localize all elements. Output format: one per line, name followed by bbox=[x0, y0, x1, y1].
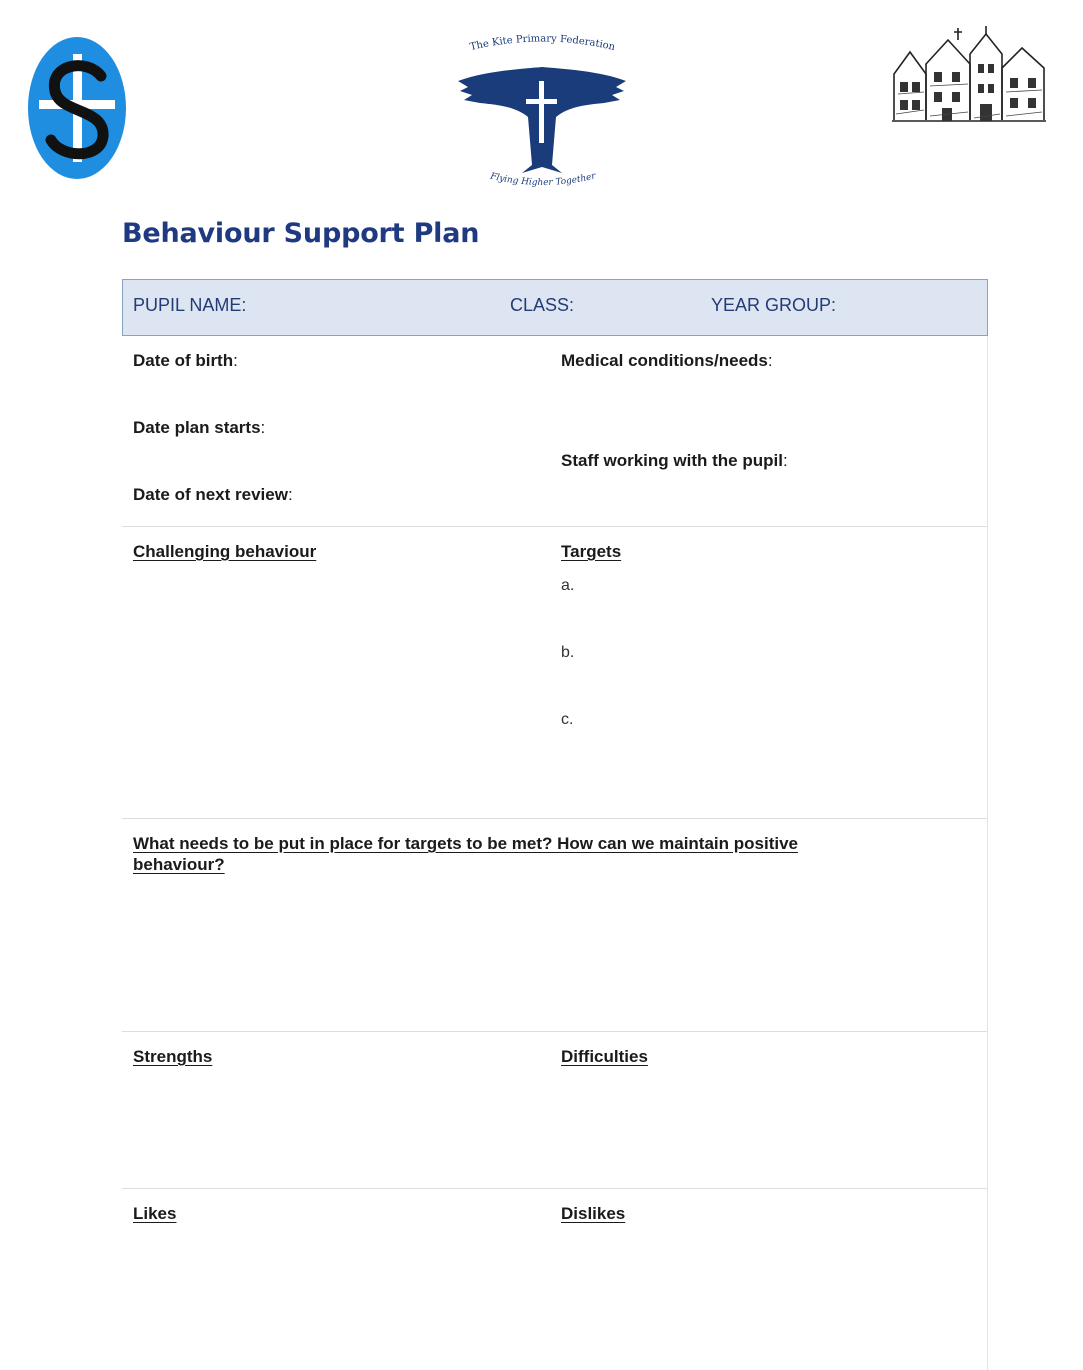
school-cross-s-logo-icon bbox=[28, 37, 126, 179]
dislikes-heading: Dislikes bbox=[561, 1204, 626, 1223]
target-item-a[interactable]: a. bbox=[561, 577, 574, 595]
target-item-b[interactable]: b. bbox=[561, 644, 574, 662]
strengths-heading: Strengths bbox=[133, 1047, 213, 1066]
plan-start-field[interactable]: Date plan starts: bbox=[133, 418, 265, 438]
medical-needs-field[interactable]: Medical conditions/needs: bbox=[561, 351, 773, 371]
dob-field[interactable]: Date of birth: bbox=[133, 351, 238, 371]
svg-text:The Kite Primary Federation: The Kite Primary Federation bbox=[469, 33, 617, 53]
behaviour-plan-form: PUPIL NAME: CLASS: YEAR GROUP: Date of b… bbox=[122, 279, 988, 1370]
table-right-border bbox=[987, 336, 988, 1370]
row-divider bbox=[122, 1031, 988, 1032]
target-item-c[interactable]: c. bbox=[561, 711, 573, 729]
row-divider bbox=[122, 818, 988, 819]
targets-heading: Targets bbox=[561, 542, 622, 561]
kite-federation-logo-icon: The Kite Primary Federation Flying Highe… bbox=[458, 33, 626, 188]
row-divider bbox=[122, 526, 988, 527]
svg-text:Flying Higher Together: Flying Higher Together bbox=[488, 171, 597, 188]
pupil-header-row: PUPIL NAME: CLASS: YEAR GROUP: bbox=[122, 279, 988, 336]
page-title: Behaviour Support Plan bbox=[122, 218, 480, 249]
school-building-sketch-icon bbox=[892, 26, 1046, 122]
row-divider bbox=[122, 1188, 988, 1189]
difficulties-heading: Difficulties bbox=[561, 1047, 648, 1066]
likes-heading: Likes bbox=[133, 1204, 177, 1223]
pupil-name-field[interactable]: PUPIL NAME: bbox=[133, 295, 246, 316]
staff-field[interactable]: Staff working with the pupil: bbox=[561, 451, 788, 471]
maintain-behaviour-heading: What needs to be put in place for target… bbox=[133, 834, 798, 874]
year-group-field[interactable]: YEAR GROUP: bbox=[711, 295, 836, 316]
next-review-field[interactable]: Date of next review: bbox=[133, 485, 293, 505]
challenging-behaviour-heading: Challenging behaviour bbox=[133, 542, 317, 561]
class-field[interactable]: CLASS: bbox=[510, 295, 574, 316]
